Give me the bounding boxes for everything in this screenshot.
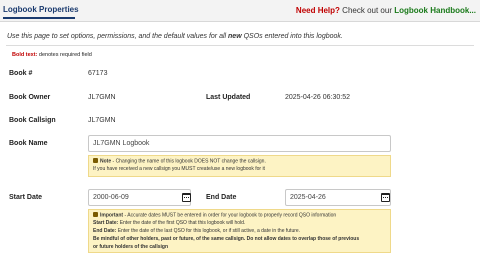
important-line: - Accurate dates MUST be entered in orde… (124, 212, 337, 219)
bold-text-label: Bold text: (12, 52, 38, 58)
end-date-hint: Enter the date of the last QSO for this … (117, 228, 301, 234)
warning-icon (93, 158, 98, 163)
required-field-note: Bold text: denotes required field (12, 52, 92, 58)
last-updated-label: Last Updated (206, 94, 251, 101)
start-date-label: Start Date (9, 194, 43, 201)
important-title: Important (100, 212, 124, 219)
start-date-hint: Enter the date of the first QSO that thi… (119, 220, 246, 227)
warning-icon (93, 212, 98, 217)
book-number-label: Book # (9, 70, 33, 77)
start-date-input[interactable]: 2000-06-09 (88, 189, 191, 206)
need-help-label: Need Help? (295, 6, 340, 15)
last-updated-value: 2025-04-26 06:30:52 (285, 94, 350, 101)
book-callsign-label: Book Callsign (9, 117, 56, 124)
intro-text-emphasis: new (228, 33, 242, 40)
overlap-warning-1: Be mindful of other holders, past or fut… (93, 235, 360, 242)
intro-text-start: Use this page to set options, permission… (7, 33, 227, 40)
end-date-input[interactable]: 2025-04-26 (285, 189, 391, 206)
active-tab-indicator (3, 17, 75, 19)
book-callsign-value: JL7GMN (88, 117, 116, 124)
book-owner-value: JL7GMN (88, 94, 116, 101)
help-banner: Need Help? Check out our Logbook Handboo… (296, 6, 476, 15)
calendar-icon[interactable] (182, 193, 191, 202)
divider (6, 45, 474, 46)
page-title: Logbook Properties (3, 5, 79, 14)
date-important-note: Important - Accurate dates MUST be enter… (88, 209, 391, 253)
note-title: Note (100, 158, 112, 165)
intro-text: Use this page to set options, permission… (7, 33, 343, 40)
end-date-label: End Date (206, 194, 237, 201)
book-name-input[interactable]: JL7GMN Logbook (88, 135, 391, 152)
note-line-1: - Changing the name of this logbook DOES… (112, 158, 266, 165)
intro-text-end: QSOs entered into this logbook. (243, 33, 343, 40)
overlap-warning-2: or future holders of the callsign (93, 243, 169, 250)
book-number-value: 67173 (88, 70, 108, 77)
note-line-2: If you have received a new callsign you … (93, 166, 265, 173)
end-date-hint-title: End Date: (93, 228, 117, 234)
book-name-note: Note - Changing the name of this logbook… (88, 155, 391, 177)
calendar-icon[interactable] (381, 193, 390, 202)
help-text: Check out our (342, 6, 392, 15)
start-date-hint-title: Start Date: (93, 220, 119, 227)
required-field-text: denotes required field (38, 52, 92, 58)
book-name-label: Book Name (9, 140, 48, 147)
page-header: Logbook Properties Need Help? Check out … (0, 0, 480, 22)
book-owner-label: Book Owner (9, 94, 51, 101)
logbook-handbook-link[interactable]: Logbook Handbook... (394, 6, 476, 15)
